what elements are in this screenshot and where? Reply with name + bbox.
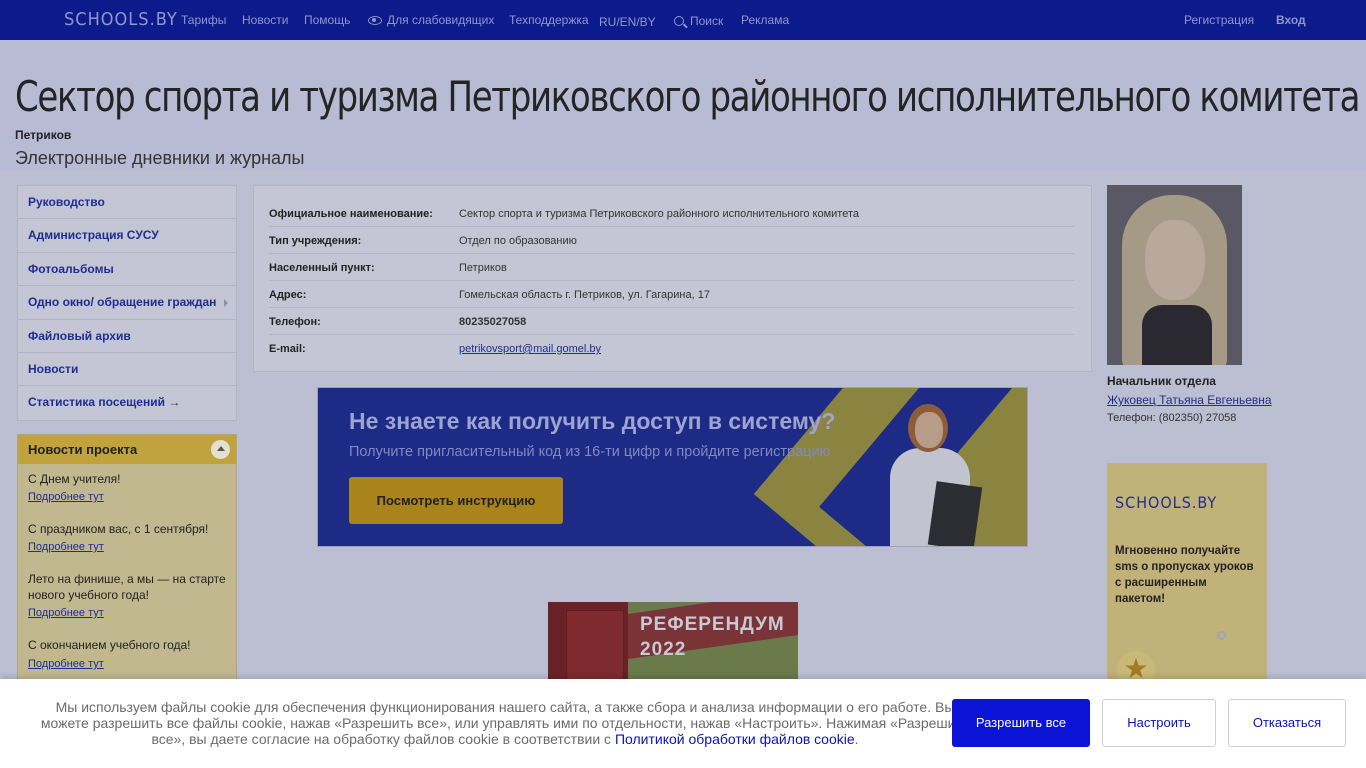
- info-key: Официальное наименование:: [269, 208, 433, 220]
- sidebar-item-one-window[interactable]: Одно окно/ обращение граждан: [18, 286, 236, 320]
- referendum-text: РЕФЕРЕНДУМ 2022: [640, 612, 785, 662]
- referendum-year: 2022: [640, 639, 687, 660]
- banner-title: Не знаете как получить доступ в систему?: [349, 408, 836, 434]
- nav-support[interactable]: Техподдержка: [509, 13, 589, 27]
- info-row-type: Тип учреждения: Отдел по образованию: [269, 227, 1074, 254]
- news-item: Лето на финише, а мы — на старте нового …: [28, 572, 226, 602]
- project-news-title: Новости проекта: [28, 442, 138, 457]
- sidebar-item-administration[interactable]: Администрация СУСУ: [18, 219, 236, 253]
- ad-dot: [1217, 631, 1226, 640]
- info-key: Тип учреждения:: [269, 235, 362, 247]
- info-value: Гомельская область г. Петриков, ул. Гага…: [459, 289, 710, 301]
- nav-accessibility-label: Для слабовидящих: [387, 13, 495, 27]
- cookie-text-end: .: [854, 731, 859, 747]
- sidebar-menu: Руководство Администрация СУСУ Фотоальбо…: [17, 185, 237, 421]
- view-instruction-button[interactable]: Посмотреть инструкцию: [349, 477, 563, 524]
- eye-icon: [368, 16, 382, 25]
- news-more-link[interactable]: Подробнее тут: [28, 541, 104, 553]
- project-news-header: Новости проекта: [18, 435, 236, 464]
- institution-info-table: Официальное наименование: Сектор спорта и…: [253, 185, 1092, 372]
- info-key: Адрес:: [269, 289, 307, 301]
- info-row-locality: Населенный пункт: Петриков: [269, 254, 1074, 281]
- banner-text: Получите пригласительный код из 16-ти ци…: [349, 444, 831, 460]
- info-key: Телефон:: [269, 316, 321, 328]
- news-item: С окончанием учебного года!: [28, 638, 191, 652]
- news-more-link[interactable]: Подробнее тут: [28, 658, 104, 670]
- register-link[interactable]: Регистрация: [1184, 13, 1254, 27]
- access-instruction-banner[interactable]: Не знаете как получить доступ в систему?…: [317, 387, 1028, 547]
- nav-tariffs[interactable]: Тарифы: [181, 13, 226, 27]
- sidebar-item-news[interactable]: Новости: [18, 353, 236, 387]
- referendum-title: РЕФЕРЕНДУМ: [640, 614, 785, 635]
- project-news-panel: Новости проекта С Днем учителя! Подробне…: [17, 434, 237, 694]
- photo-clothes: [1142, 305, 1212, 365]
- collapse-toggle-icon[interactable]: [211, 440, 230, 459]
- info-value: 80235027058: [459, 316, 527, 328]
- info-row-official-name: Официальное наименование: Сектор спорта и…: [269, 200, 1074, 227]
- info-value: Петриков: [459, 262, 507, 274]
- cookie-policy-link[interactable]: Политикой обработки файлов cookie: [615, 731, 855, 747]
- sidebar-item-photo-albums[interactable]: Фотоальбомы: [18, 253, 236, 287]
- nav-search[interactable]: Поиск: [674, 14, 723, 28]
- info-row-phone: Телефон: 80235027058: [269, 308, 1074, 335]
- sms-ad-banner[interactable]: SCHOOLS.BY Мгновенно получайте sms о про…: [1107, 463, 1267, 703]
- configure-button[interactable]: Настроить: [1102, 699, 1216, 747]
- nav-help[interactable]: Помощь: [304, 13, 350, 27]
- info-key: Населенный пункт:: [269, 262, 375, 274]
- site-logo[interactable]: SCHOOLS.BY: [64, 9, 178, 30]
- city-label: Петриков: [15, 128, 72, 142]
- info-row-address: Адрес: Гомельская область г. Петриков, ул…: [269, 281, 1074, 308]
- news-item: С Днем учителя!: [28, 472, 121, 486]
- sidebar-item-one-window-label: Одно окно/ обращение граждан: [28, 295, 217, 310]
- nav-language[interactable]: RU/EN/BY: [599, 15, 656, 29]
- info-row-email: E-mail: petrikovsport@mail.gomel.by: [269, 335, 1074, 362]
- ad-text: Мгновенно получайте sms о пропусках урок…: [1115, 545, 1254, 605]
- head-photo: [1107, 185, 1242, 365]
- head-name-link[interactable]: Жуковец Татьяна Евгеньевна: [1107, 393, 1272, 407]
- decline-button[interactable]: Отказаться: [1228, 699, 1346, 747]
- nav-ads[interactable]: Реклама: [741, 13, 789, 27]
- page-header: Сектор спорта и туризма Петриковского ра…: [0, 40, 1366, 170]
- page-title: Сектор спорта и туризма Петриковского ра…: [15, 72, 1360, 121]
- page-subtitle: Электронные дневники и журналы: [15, 148, 305, 168]
- head-role: Начальник отдела: [1107, 374, 1216, 388]
- info-value: Отдел по образованию: [459, 235, 577, 247]
- photo-face: [1145, 220, 1205, 300]
- sidebar-item-statistics[interactable]: Статистика посещений →: [18, 386, 236, 419]
- news-more-link[interactable]: Подробнее тут: [28, 491, 104, 503]
- illustration-folder: [927, 481, 983, 546]
- nav-search-label: Поиск: [690, 14, 724, 28]
- chevron-right-icon: [224, 299, 228, 308]
- info-key: E-mail:: [269, 343, 306, 355]
- news-more-link[interactable]: Подробнее тут: [28, 607, 104, 619]
- allow-all-button[interactable]: Разрешить все: [952, 699, 1090, 747]
- login-link[interactable]: Вход: [1276, 13, 1306, 27]
- nav-news[interactable]: Новости: [242, 13, 288, 27]
- sidebar-item-management[interactable]: Руководство: [18, 186, 236, 220]
- sidebar-item-file-archive[interactable]: Файловый архив: [18, 320, 236, 353]
- cookie-consent-bar: Мы используем файлы cookie для обеспечен…: [0, 679, 1366, 768]
- ad-logo: SCHOOLS.BY: [1115, 493, 1218, 512]
- news-item: С праздником вас, с 1 сентября!: [28, 522, 209, 536]
- banner-illustration: [870, 400, 983, 546]
- info-value: Сектор спорта и туризма Петриковского ра…: [459, 208, 859, 220]
- top-navigation-bar: SCHOOLS.BY Тарифы Новости Помощь Для сла…: [0, 0, 1366, 40]
- head-phone: Телефон: (802350) 27058: [1107, 412, 1237, 424]
- email-link[interactable]: petrikovsport@mail.gomel.by: [459, 343, 601, 355]
- nav-accessibility[interactable]: Для слабовидящих: [368, 13, 494, 27]
- illustration-face: [915, 412, 943, 448]
- cookie-message: Мы используем файлы cookie для обеспечен…: [40, 699, 970, 747]
- search-icon: [674, 16, 684, 26]
